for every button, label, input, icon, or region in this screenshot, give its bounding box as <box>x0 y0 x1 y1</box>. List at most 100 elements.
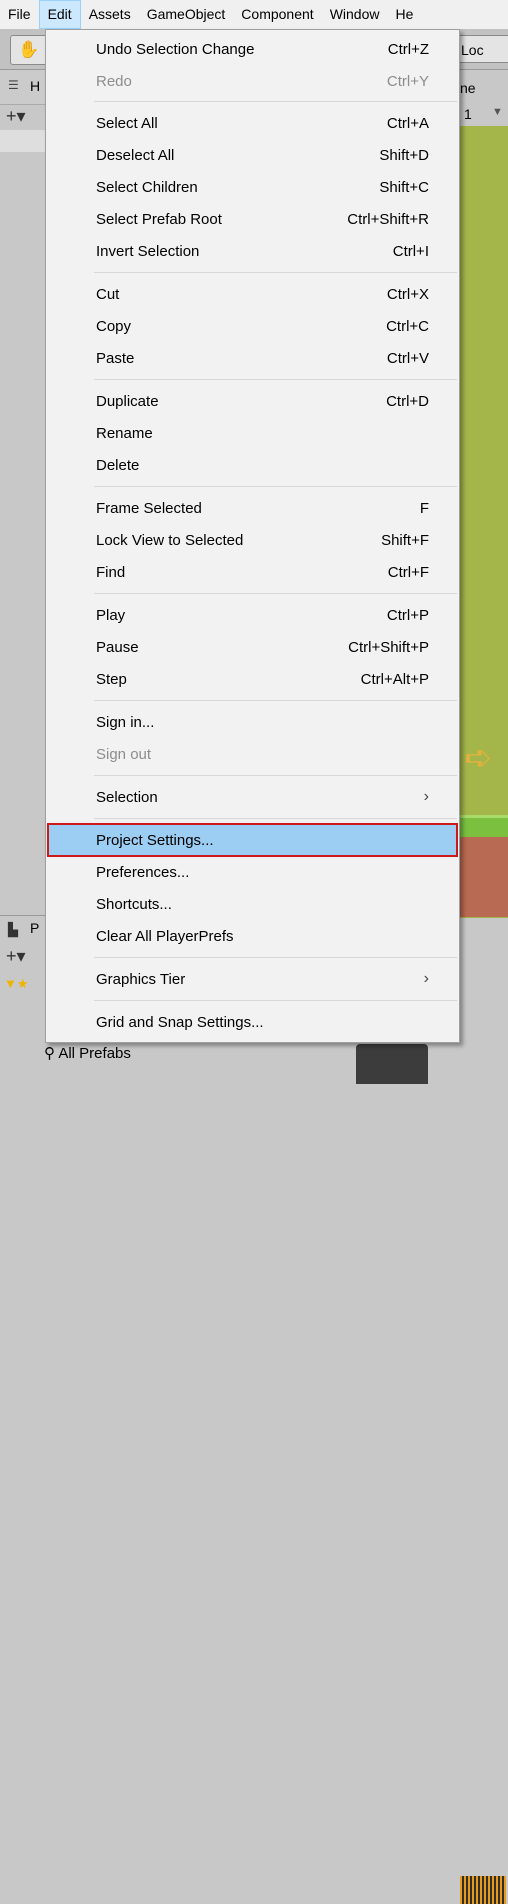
menu-item-select-children[interactable]: Select Children Shift+C <box>48 171 457 203</box>
menu-item-label: Undo Selection Change <box>96 40 255 58</box>
chevron-down-icon[interactable]: ▼ <box>492 106 503 118</box>
menu-item-play[interactable]: Play Ctrl+P <box>48 599 457 631</box>
menu-item-label: Shortcuts... <box>96 895 172 913</box>
all-prefabs-item[interactable]: ⚲ All Prefabs <box>44 1044 131 1062</box>
project-tab[interactable]: P <box>30 920 39 936</box>
menu-item-shortcut: Ctrl+I <box>392 242 429 260</box>
audio-waveform <box>460 1876 506 1904</box>
menu-item-sign-in[interactable]: Sign in... <box>48 706 457 738</box>
menu-item-copy[interactable]: Copy Ctrl+C <box>48 310 457 342</box>
hand-tool-button[interactable]: ✋ <box>10 35 48 65</box>
menu-item-label: Graphics Tier <box>96 970 186 988</box>
menu-item-select-all[interactable]: Select All Ctrl+A <box>48 107 457 139</box>
menu-item-rename[interactable]: Rename <box>48 417 457 449</box>
lock-label: Loc <box>461 42 484 58</box>
menu-edit[interactable]: Edit <box>38 0 81 29</box>
hierarchy-header: ☰ H <box>0 70 46 105</box>
hierarchy-list[interactable] <box>0 130 46 152</box>
menu-item-label: Play <box>96 606 126 624</box>
menu-item-label: Select Prefab Root <box>96 210 222 228</box>
menu-item-frame-selected[interactable]: Frame Selected F <box>48 492 457 524</box>
list-icon: ☰ <box>8 78 19 92</box>
menu-item-step[interactable]: Step Ctrl+Alt+P <box>48 663 457 695</box>
menu-item-shortcut: Shift+F <box>381 531 429 549</box>
menu-assets[interactable]: Assets <box>81 0 139 29</box>
menu-item-label: Clear All PlayerPrefs <box>96 927 234 945</box>
menu-item-paste[interactable]: Paste Ctrl+V <box>48 342 457 374</box>
menu-item-label: Frame Selected <box>96 499 202 517</box>
menu-item-label: Grid and Snap Settings... <box>96 1013 264 1031</box>
menu-item-shortcut: Ctrl+Shift+R <box>347 210 429 228</box>
folder-thumbnail-icon[interactable] <box>356 1044 428 1084</box>
menu-item-delete[interactable]: Delete <box>48 449 457 481</box>
favorites-star-icon[interactable]: ▼★ <box>4 976 29 992</box>
menu-separator <box>94 957 457 958</box>
menu-separator <box>94 379 457 380</box>
menu-item-label: Selection <box>96 788 158 806</box>
menu-separator <box>94 700 457 701</box>
menu-item-invert-selection[interactable]: Invert Selection Ctrl+I <box>48 235 457 267</box>
menu-file[interactable]: File <box>0 0 39 29</box>
project-add-button[interactable]: +▾ <box>6 946 26 967</box>
menu-item-shortcut: Ctrl+Shift+P <box>348 638 429 656</box>
menu-item-duplicate[interactable]: Duplicate Ctrl+D <box>48 385 457 417</box>
chevron-right-icon: › <box>423 970 429 987</box>
menu-item-label: Find <box>96 563 126 581</box>
menu-window[interactable]: Window <box>322 0 388 29</box>
scene-panel[interactable]: ne 1 ▼ ➪ <box>458 70 508 1904</box>
menu-item-grid-snap[interactable]: Grid and Snap Settings... <box>48 1006 457 1038</box>
menu-item-clear-playerprefs[interactable]: Clear All PlayerPrefs <box>48 920 457 952</box>
menu-item-deselect-all[interactable]: Deselect All Shift+D <box>48 139 457 171</box>
menu-bar: File Edit Assets GameObject Component Wi… <box>0 0 508 29</box>
menu-item-shortcut: Ctrl+A <box>386 114 429 132</box>
menu-item-undo[interactable]: Undo Selection Change Ctrl+Z <box>48 33 457 65</box>
menu-item-preferences[interactable]: Preferences... <box>48 856 457 888</box>
scene-zoom-value[interactable]: 1 <box>464 106 472 122</box>
menu-separator <box>94 101 457 102</box>
hierarchy-tab[interactable]: H <box>30 78 40 94</box>
menu-item-label: Select All <box>96 114 158 132</box>
menu-gameobject[interactable]: GameObject <box>139 0 234 29</box>
menu-component[interactable]: Component <box>233 0 321 29</box>
menu-item-sign-out[interactable]: Sign out <box>48 738 457 770</box>
menu-item-label: Paste <box>96 349 135 367</box>
menu-item-label: Invert Selection <box>96 242 200 260</box>
scene-bottom-panel <box>458 918 508 1904</box>
menu-item-lock-view[interactable]: Lock View to Selected Shift+F <box>48 524 457 556</box>
menu-item-label: Select Children <box>96 178 198 196</box>
hierarchy-add-button[interactable]: +▾ <box>6 106 26 127</box>
menu-help[interactable]: He <box>387 0 421 29</box>
hierarchy-panel: ☰ H +▾ <box>0 70 46 915</box>
lock-button[interactable]: Loc <box>456 35 508 63</box>
menu-item-label: Deselect All <box>96 146 175 164</box>
menu-separator <box>94 1000 457 1001</box>
menu-item-pause[interactable]: Pause Ctrl+Shift+P <box>48 631 457 663</box>
menu-item-selection[interactable]: Selection › <box>48 781 457 813</box>
menu-item-shortcuts[interactable]: Shortcuts... <box>48 888 457 920</box>
menu-separator <box>94 272 457 273</box>
menu-item-label: Duplicate <box>96 392 159 410</box>
scene-header: ne 1 ▼ <box>458 70 508 126</box>
scene-tab[interactable]: ne <box>460 80 476 96</box>
menu-item-cut[interactable]: Cut Ctrl+X <box>48 278 457 310</box>
menu-item-label: Cut <box>96 285 120 303</box>
menu-item-shortcut: F <box>419 499 429 517</box>
menu-item-graphics-tier[interactable]: Graphics Tier › <box>48 963 457 995</box>
signpost-icon: ➪ <box>464 739 493 777</box>
chevron-right-icon: › <box>423 788 429 805</box>
folder-icon: ▙ <box>8 922 18 937</box>
menu-separator <box>94 818 457 819</box>
menu-item-shortcut: Ctrl+Y <box>386 72 429 90</box>
menu-item-label: Rename <box>96 424 153 442</box>
menu-item-redo[interactable]: Redo Ctrl+Y <box>48 65 457 97</box>
menu-item-select-prefab-root[interactable]: Select Prefab Root Ctrl+Shift+R <box>48 203 457 235</box>
menu-item-project-settings[interactable]: Project Settings... <box>47 823 458 857</box>
menu-item-find[interactable]: Find Ctrl+F <box>48 556 457 588</box>
menu-item-shortcut: Ctrl+F <box>387 563 429 581</box>
menu-item-label: Copy <box>96 317 132 335</box>
menu-item-label: Redo <box>96 72 132 90</box>
menu-item-shortcut: Ctrl+Alt+P <box>360 670 429 688</box>
menu-item-shortcut: Ctrl+D <box>386 392 429 410</box>
menu-item-shortcut: Ctrl+V <box>386 349 429 367</box>
menu-item-shortcut: Shift+D <box>379 146 429 164</box>
